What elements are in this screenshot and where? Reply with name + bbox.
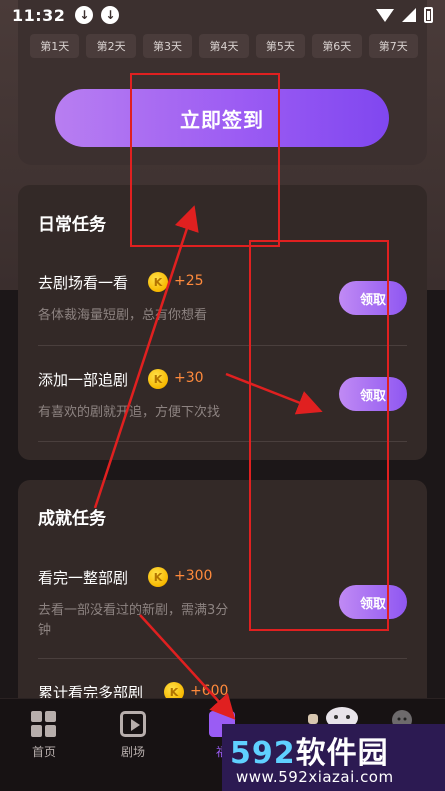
- status-bar: 11:32 ↓ ↓: [0, 0, 445, 30]
- watermark-logo-number: 592: [230, 736, 296, 771]
- wifi-icon: [376, 8, 394, 22]
- download-icon: ↓: [101, 6, 120, 24]
- annotation-arrows: [93, 205, 323, 720]
- signal-icon: [402, 8, 416, 22]
- status-time: 11:32: [12, 5, 66, 25]
- watermark: 592软件园 www.592xiazai.com: [222, 724, 445, 791]
- battery-icon: [424, 7, 433, 23]
- watermark-logo: 592软件园: [230, 728, 389, 772]
- watermark-logo-text: 软件园: [295, 736, 389, 771]
- watermark-url: www.592xiazai.com: [236, 768, 394, 786]
- download-icon: ↓: [75, 6, 94, 24]
